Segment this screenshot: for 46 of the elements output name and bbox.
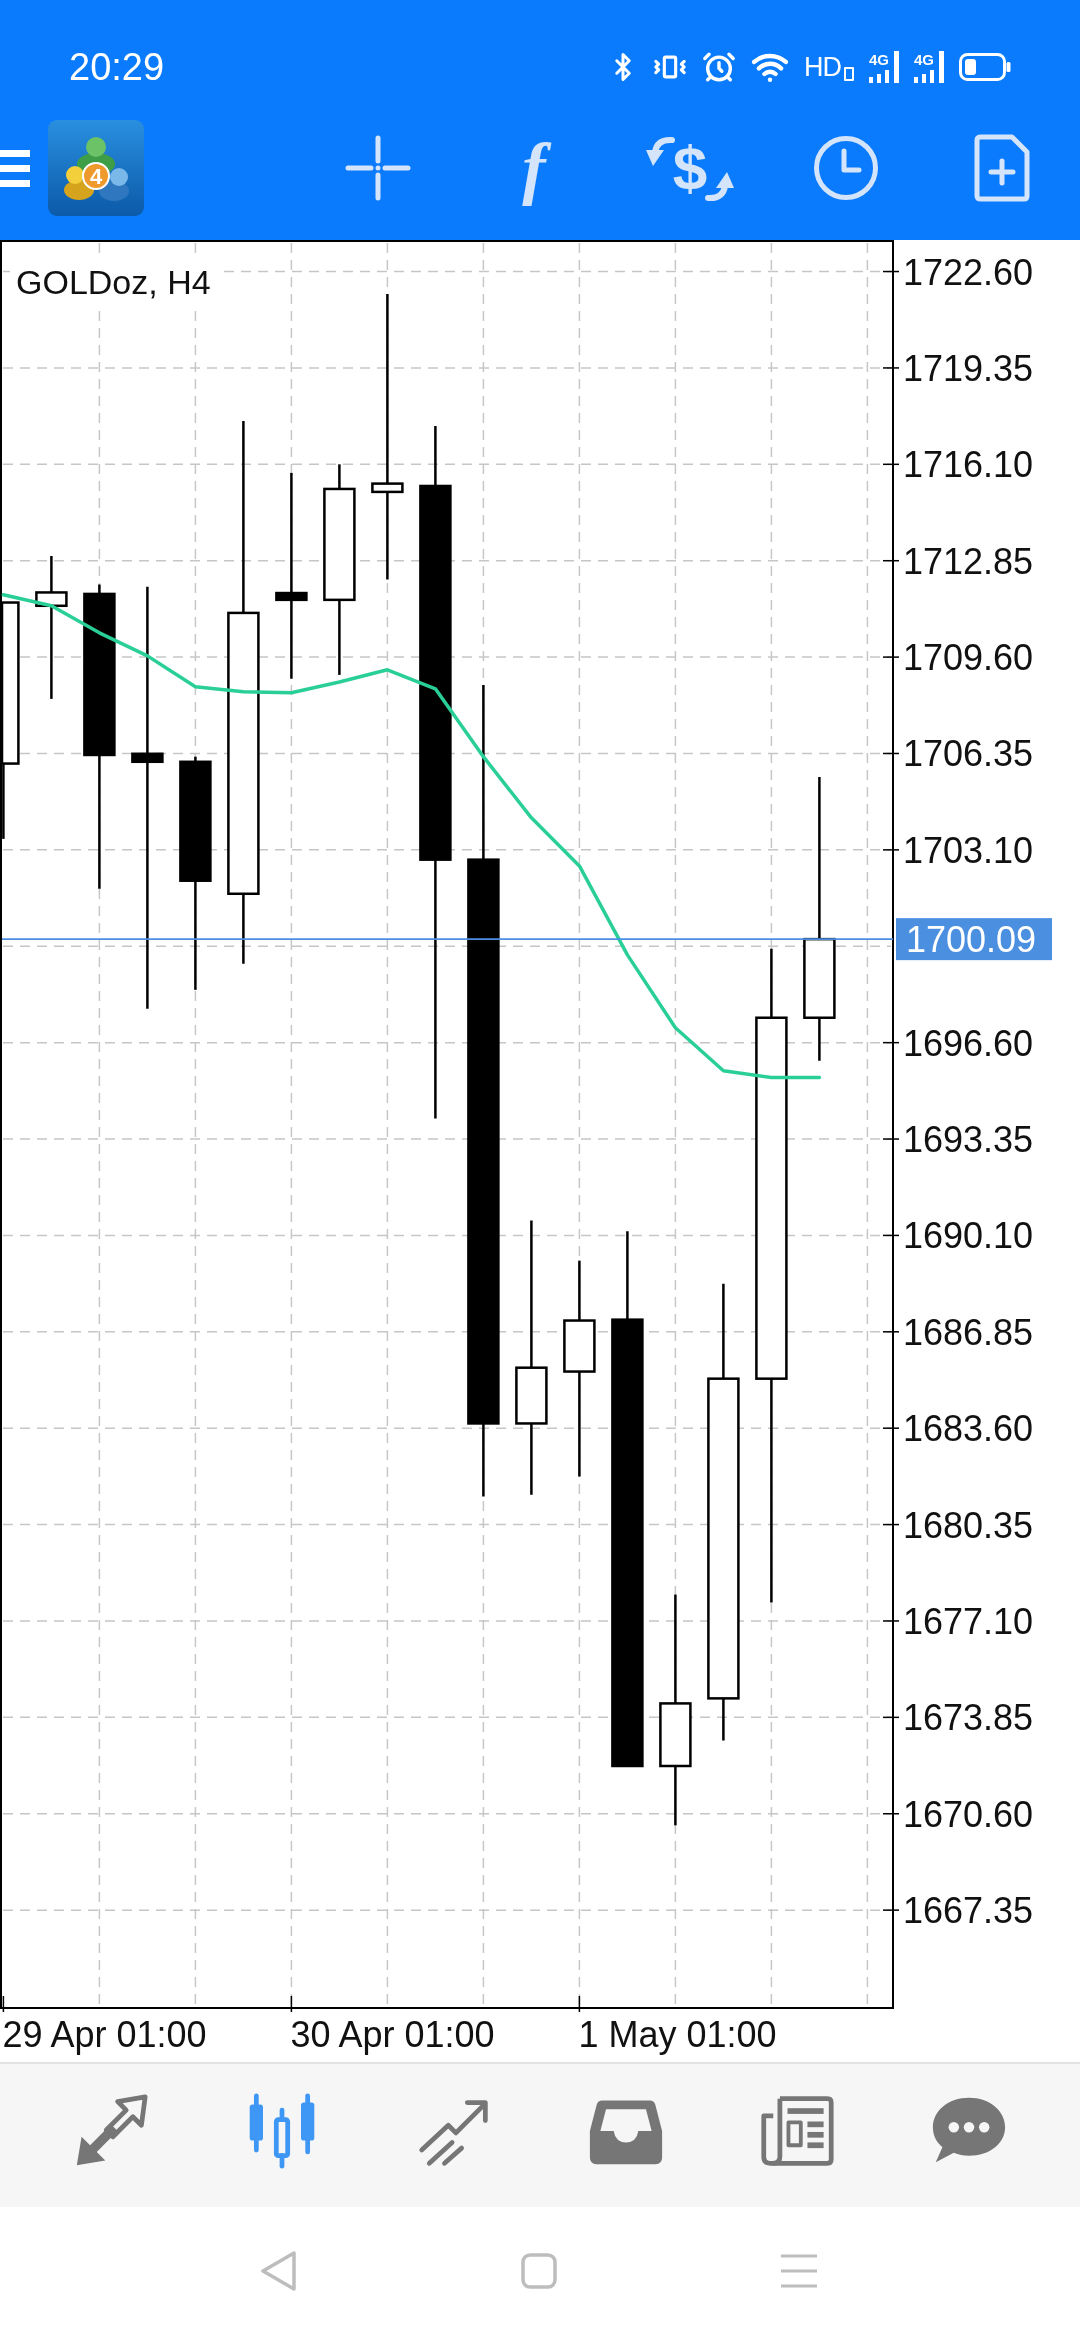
price-label: 1706.35 <box>903 733 1034 775</box>
clock-time: 20:29 <box>69 48 165 86</box>
signal-bar-icon <box>894 51 899 83</box>
price-label: 1719.35 <box>903 347 1034 389</box>
price-label: 1712.85 <box>903 540 1034 582</box>
network-label: 4G <box>869 52 889 67</box>
crosshair-icon <box>345 134 411 201</box>
price-label: 1673.85 <box>903 1697 1034 1739</box>
hd-label: HD <box>804 53 854 81</box>
price-label: 1680.35 <box>903 1504 1034 1546</box>
price-label: 1667.35 <box>903 1890 1034 1932</box>
file-plus-icon <box>974 133 1030 202</box>
app-logo: 4 <box>48 119 144 216</box>
price-label: 1683.60 <box>903 1408 1034 1450</box>
price-label: 1690.10 <box>903 1215 1034 1257</box>
price-label: 1722.60 <box>903 251 1034 293</box>
price-label: 1696.60 <box>903 1022 1034 1064</box>
price-label: 1670.60 <box>903 1793 1034 1835</box>
price-label: 1716.10 <box>903 444 1034 486</box>
price-label: 1686.85 <box>903 1311 1034 1353</box>
home-icon <box>521 2252 557 2289</box>
signal-bar-icon <box>939 51 944 83</box>
price-label: 1709.60 <box>903 637 1034 679</box>
date-label: 1 May 01:00 <box>578 2014 777 2055</box>
menu-button[interactable] <box>0 147 30 188</box>
signal-bars-icon <box>869 70 891 83</box>
price-label: 1693.35 <box>903 1119 1034 1161</box>
current-price-tag: 1700.09 <box>896 918 1052 961</box>
date-label: 30 Apr 01:00 <box>290 2014 495 2055</box>
chart-title: GOLDoz, H4 <box>10 260 218 304</box>
function-button[interactable]: f <box>479 122 589 213</box>
curved-arrow-icon <box>644 134 675 167</box>
back-icon <box>260 2249 298 2292</box>
alarm-icon <box>702 50 736 84</box>
network-label: 4G <box>914 52 934 67</box>
curved-arrow-icon <box>705 170 736 203</box>
trade-button[interactable]: $ <box>635 122 745 213</box>
price-label: 1677.10 <box>903 1600 1034 1642</box>
menu-icon <box>0 147 30 188</box>
signal-bars-icon <box>914 70 936 83</box>
price-label: 1703.10 <box>903 829 1034 871</box>
clock-icon <box>813 134 879 201</box>
date-label: 29 Apr 01:00 <box>2 2014 207 2055</box>
recents-icon <box>780 2253 818 2288</box>
battery-icon <box>959 53 1011 81</box>
ref-line-label: 1700.09 <box>906 919 1037 961</box>
